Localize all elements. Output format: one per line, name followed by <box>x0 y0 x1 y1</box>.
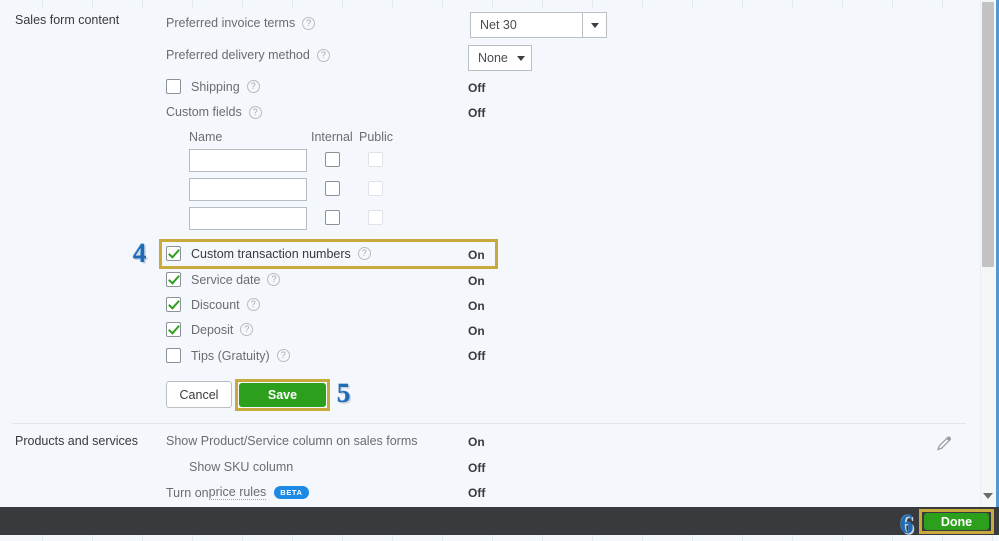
row-custom-transaction-numbers[interactable]: Custom transaction numbers ? <box>166 246 371 261</box>
step-marker-6: 6 <box>900 509 914 539</box>
row-preferred-invoice-terms: Preferred invoice terms ? <box>166 16 316 30</box>
pencil-icon[interactable] <box>936 436 952 452</box>
checkbox-deposit[interactable] <box>166 322 181 337</box>
column-header-public: Public <box>359 130 394 144</box>
checkbox-internal-1[interactable] <box>325 152 340 167</box>
checkbox-tips-gratuity[interactable] <box>166 348 181 363</box>
link-price-rules[interactable]: price rules <box>208 485 267 500</box>
checkbox-internal-3[interactable] <box>325 210 340 225</box>
cancel-button[interactable]: Cancel <box>166 381 232 408</box>
label-service-date: Service date <box>191 272 261 287</box>
row-deposit[interactable]: Deposit ? <box>166 322 254 337</box>
label-deposit: Deposit <box>191 322 234 337</box>
status-deposit: On <box>468 324 485 338</box>
row-preferred-delivery-method: Preferred delivery method ? <box>166 48 330 62</box>
sales-form-settings-panel: Sales form content Preferred invoice ter… <box>0 0 978 507</box>
scrollbar-thumb[interactable] <box>982 2 994 267</box>
row-shipping[interactable]: Shipping ? <box>166 79 260 94</box>
status-shipping: Off <box>468 81 486 95</box>
select-value-delivery-method: None <box>478 51 508 65</box>
status-show-sku-column: Off <box>468 461 486 475</box>
step-marker-5: 5 <box>337 378 351 408</box>
status-tips-gratuity: Off <box>468 349 486 363</box>
row-tips-gratuity[interactable]: Tips (Gratuity) ? <box>166 348 290 363</box>
row-service-date[interactable]: Service date ? <box>166 272 281 287</box>
status-service-date: On <box>468 274 485 288</box>
help-icon-service-date[interactable]: ? <box>267 273 281 286</box>
help-icon-preferred-invoice-terms[interactable]: ? <box>302 16 316 30</box>
checkbox-shipping[interactable] <box>166 79 181 94</box>
help-icon-preferred-delivery-method[interactable]: ? <box>316 48 330 62</box>
vertical-scrollbar[interactable] <box>980 0 994 507</box>
help-icon-custom-fields[interactable]: ? <box>248 105 262 119</box>
help-icon-shipping[interactable]: ? <box>246 80 260 93</box>
label-tips-gratuity: Tips (Gratuity) <box>191 348 270 363</box>
select-preferred-delivery-method[interactable]: None <box>468 45 532 71</box>
checkbox-public-1[interactable] <box>368 152 383 167</box>
checkbox-discount[interactable] <box>166 297 181 312</box>
chevron-down-icon-invoice-terms[interactable] <box>582 13 606 37</box>
status-discount: On <box>468 299 485 313</box>
custom-field-name-input-2[interactable] <box>189 178 307 201</box>
help-icon-tips-gratuity[interactable]: ? <box>276 349 290 362</box>
save-button[interactable]: Save <box>239 383 326 407</box>
status-custom-fields: Off <box>468 106 486 120</box>
section-title-sales-form-content: Sales form content <box>15 13 120 27</box>
label-show-product-service-column: Show Product/Service column on sales for… <box>166 434 418 448</box>
select-preferred-invoice-terms[interactable]: Net 30 <box>470 12 607 38</box>
label-preferred-delivery-method: Preferred delivery method <box>166 48 310 62</box>
scroll-down-arrow-icon[interactable] <box>983 493 993 499</box>
column-header-name: Name <box>189 130 223 144</box>
help-icon-custom-transaction-numbers[interactable]: ? <box>357 247 371 260</box>
status-turn-on-price-rules: Off <box>468 486 486 500</box>
row-turn-on-price-rules: Turn on price rules BETA <box>166 485 309 500</box>
custom-field-name-input-3[interactable] <box>189 207 307 230</box>
checkbox-service-date[interactable] <box>166 272 181 287</box>
label-custom-transaction-numbers: Custom transaction numbers <box>191 246 351 261</box>
status-show-product-service-column: On <box>468 435 485 449</box>
row-show-product-service-column: Show Product/Service column on sales for… <box>166 434 418 448</box>
beta-badge: BETA <box>274 486 309 499</box>
footer-underlay <box>0 535 999 541</box>
help-icon-discount[interactable]: ? <box>246 298 260 311</box>
settings-page: Sales form content Preferred invoice ter… <box>0 0 999 541</box>
checkbox-public-2[interactable] <box>368 181 383 196</box>
chevron-down-icon-delivery-method[interactable] <box>511 55 531 61</box>
row-custom-fields: Custom fields ? <box>166 105 262 119</box>
select-value-invoice-terms: Net 30 <box>480 18 517 32</box>
row-show-sku-column: Show SKU column <box>189 460 293 474</box>
checkbox-internal-2[interactable] <box>325 181 340 196</box>
row-discount[interactable]: Discount ? <box>166 297 260 312</box>
column-header-internal: Internal <box>311 130 353 144</box>
help-icon-deposit[interactable]: ? <box>240 323 254 336</box>
checkbox-custom-transaction-numbers[interactable] <box>166 246 181 261</box>
checkbox-public-3[interactable] <box>368 210 383 225</box>
custom-field-name-input-1[interactable] <box>189 149 307 172</box>
status-custom-transaction-numbers: On <box>468 248 485 262</box>
label-show-sku-column: Show SKU column <box>189 460 294 474</box>
step-marker-4: 4 <box>133 238 147 268</box>
label-shipping: Shipping <box>191 79 240 94</box>
footer-bar: 6 Done <box>0 507 999 539</box>
section-divider <box>12 423 966 424</box>
label-preferred-invoice-terms: Preferred invoice terms <box>166 16 296 30</box>
label-custom-fields: Custom fields <box>166 105 242 119</box>
section-title-products-and-services: Products and services <box>15 434 138 448</box>
label-turn-on-prefix: Turn on <box>166 485 209 500</box>
done-button[interactable]: Done <box>924 513 989 530</box>
label-discount: Discount <box>191 297 240 312</box>
